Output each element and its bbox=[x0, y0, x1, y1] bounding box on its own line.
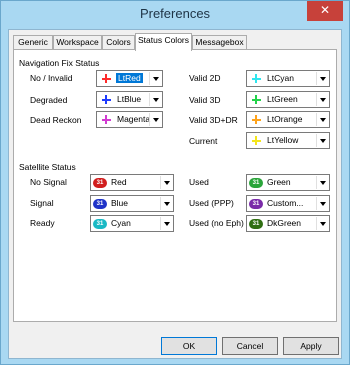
sat-no-signal-select[interactable]: 31 Red bbox=[90, 174, 174, 191]
sat-label-used-no-eph: Used (no Eph) bbox=[189, 218, 244, 228]
sat-used-no-eph-select[interactable]: 31 DkGreen bbox=[246, 215, 330, 232]
sat-badge: 31 bbox=[249, 218, 263, 229]
nav-valid-3d-value: LtGreen bbox=[267, 94, 298, 104]
nav-no-invalid-value: LtRed bbox=[116, 73, 143, 83]
nav-dead-reckon-select[interactable]: Magenta bbox=[96, 111, 163, 128]
sat-signal-select[interactable]: 31 Blue bbox=[90, 195, 174, 212]
nav-degraded-select[interactable]: LtBlue bbox=[96, 91, 163, 108]
nav-label-valid-3d: Valid 3D bbox=[189, 95, 221, 105]
satellite-icon: 31 bbox=[249, 176, 263, 189]
sat-label-signal: Signal bbox=[30, 198, 54, 208]
nav-label-dead-reckon: Dead Reckon bbox=[30, 115, 82, 125]
nav-label-no-invalid: No / Invalid bbox=[30, 73, 73, 83]
sat-used-select[interactable]: 31 Green bbox=[246, 174, 330, 191]
tab-colors[interactable]: Colors bbox=[102, 35, 135, 50]
cross-icon bbox=[249, 134, 263, 147]
cross-icon bbox=[249, 72, 263, 85]
nav-label-current: Current bbox=[189, 136, 218, 146]
sat-ready-select[interactable]: 31 Cyan bbox=[90, 215, 174, 232]
cross-icon bbox=[99, 113, 113, 126]
nav-current-select[interactable]: LtYellow bbox=[246, 132, 330, 149]
nav-status-group-title: Navigation Fix Status bbox=[19, 58, 100, 68]
close-button[interactable]: ✕ bbox=[307, 1, 343, 21]
sat-label-used-ppp: Used (PPP) bbox=[189, 198, 234, 208]
chevron-down-icon[interactable] bbox=[316, 217, 328, 230]
satellite-icon: 31 bbox=[249, 217, 263, 230]
chevron-down-icon[interactable] bbox=[160, 217, 172, 230]
tab-status-colors[interactable]: Status Colors bbox=[135, 33, 192, 51]
sat-label-used: Used bbox=[189, 177, 209, 187]
status-colors-panel: Navigation Fix Status No / Invalid LtRed… bbox=[13, 49, 337, 322]
chevron-down-icon[interactable] bbox=[149, 93, 161, 106]
nav-valid-3d-select[interactable]: LtGreen bbox=[246, 91, 330, 108]
sat-badge: 31 bbox=[93, 177, 107, 188]
sat-used-ppp-value: Custom... bbox=[267, 198, 304, 208]
cross-icon bbox=[249, 93, 263, 106]
preferences-window: Preferences ✕ Generic Workspace Colors S… bbox=[0, 0, 350, 365]
sat-used-ppp-select[interactable]: 31 Custom... bbox=[246, 195, 330, 212]
title-bar[interactable]: Preferences ✕ bbox=[1, 1, 349, 28]
tab-workspace[interactable]: Workspace bbox=[53, 35, 102, 50]
tab-messagebox[interactable]: Messagebox bbox=[192, 35, 247, 50]
nav-label-valid-3d-dr: Valid 3D+DR bbox=[189, 115, 238, 125]
satellite-icon: 31 bbox=[93, 217, 107, 230]
apply-button[interactable]: Apply bbox=[283, 337, 339, 355]
nav-degraded-value: LtBlue bbox=[117, 94, 142, 104]
cancel-button[interactable]: Cancel bbox=[222, 337, 278, 355]
nav-label-valid-2d: Valid 2D bbox=[189, 73, 221, 83]
chevron-down-icon[interactable] bbox=[160, 197, 172, 210]
nav-current-value: LtYellow bbox=[267, 135, 299, 145]
dialog-client: Generic Workspace Colors Status Colors M… bbox=[8, 29, 342, 359]
nav-label-degraded: Degraded bbox=[30, 95, 68, 105]
window-title: Preferences bbox=[139, 6, 211, 21]
chevron-down-icon[interactable] bbox=[316, 93, 328, 106]
chevron-down-icon[interactable] bbox=[160, 176, 172, 189]
nav-dead-reckon-value: Magenta bbox=[117, 114, 151, 124]
cross-icon bbox=[249, 113, 263, 126]
sat-label-no-signal: No Signal bbox=[30, 177, 67, 187]
chevron-down-icon[interactable] bbox=[149, 113, 161, 126]
chevron-down-icon[interactable] bbox=[316, 176, 328, 189]
sat-status-group-title: Satellite Status bbox=[19, 162, 76, 172]
nav-no-invalid-select[interactable]: LtRed bbox=[96, 70, 163, 87]
sat-badge: 31 bbox=[93, 218, 107, 229]
sat-used-no-eph-value: DkGreen bbox=[267, 218, 302, 228]
chevron-down-icon[interactable] bbox=[316, 113, 328, 126]
cross-icon bbox=[99, 72, 113, 85]
sat-used-value: Green bbox=[267, 177, 291, 187]
nav-valid-3d-dr-value: LtOrange bbox=[267, 114, 303, 124]
sat-label-ready: Ready bbox=[30, 218, 55, 228]
sat-signal-value: Blue bbox=[111, 198, 129, 208]
nav-valid-2d-select[interactable]: LtCyan bbox=[246, 70, 330, 87]
satellite-icon: 31 bbox=[93, 176, 107, 189]
tab-generic[interactable]: Generic bbox=[13, 35, 53, 50]
close-icon: ✕ bbox=[319, 3, 331, 17]
cross-icon bbox=[99, 93, 113, 106]
chevron-down-icon[interactable] bbox=[316, 134, 328, 147]
chevron-down-icon[interactable] bbox=[149, 72, 161, 85]
sat-badge: 31 bbox=[249, 198, 263, 209]
sat-badge: 31 bbox=[93, 198, 107, 209]
sat-badge: 31 bbox=[249, 177, 263, 188]
nav-valid-2d-value: LtCyan bbox=[267, 73, 294, 83]
ok-button[interactable]: OK bbox=[161, 337, 217, 355]
sat-ready-value: Cyan bbox=[111, 218, 131, 228]
chevron-down-icon[interactable] bbox=[316, 72, 328, 85]
chevron-down-icon[interactable] bbox=[316, 197, 328, 210]
nav-valid-3d-dr-select[interactable]: LtOrange bbox=[246, 111, 330, 128]
satellite-icon: 31 bbox=[93, 197, 107, 210]
satellite-icon: 31 bbox=[249, 197, 263, 210]
sat-no-signal-value: Red bbox=[111, 177, 127, 187]
